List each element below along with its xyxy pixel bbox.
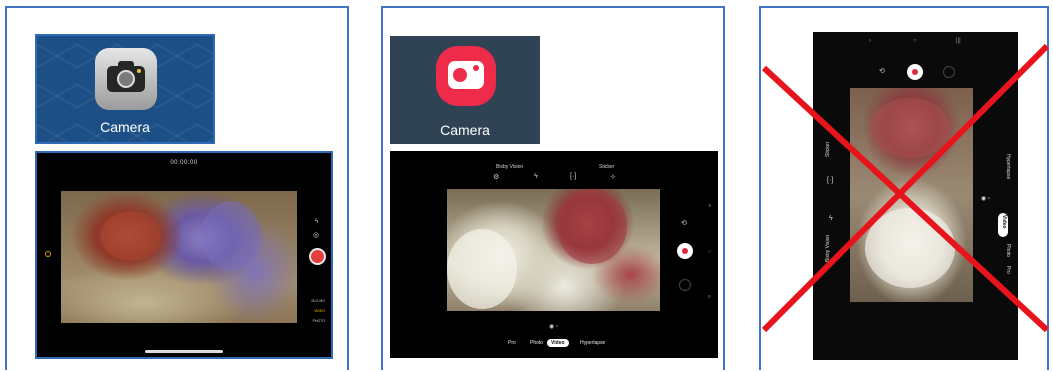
flash-icon[interactable]: ϟ <box>315 219 318 225</box>
flip-camera-icon[interactable]: ⟲ <box>681 219 687 227</box>
gallery-thumbnail[interactable] <box>679 279 691 291</box>
ios-camera-app-tile[interactable]: Camera <box>35 34 215 144</box>
back-nav-icon[interactable]: ∨ <box>708 203 712 209</box>
ios-viewfinder <box>61 191 297 323</box>
mode-hyperlapse[interactable]: Hyperlapse <box>576 339 609 347</box>
settings-icon[interactable]: ⚙ <box>493 173 499 181</box>
lens-icon <box>117 70 135 88</box>
flip-camera-icon[interactable]: ◎ <box>313 231 319 239</box>
ios-camera-screen: 00:00:00 ϟ ◎ SLO-MO VIDEO PHOTO <box>35 151 333 359</box>
sticker-label[interactable]: Sticker <box>599 164 614 170</box>
home-nav-icon[interactable]: ○ <box>708 249 711 255</box>
bixby-vision-label[interactable]: Bixby Vision <box>496 164 523 170</box>
record-button[interactable] <box>677 243 693 259</box>
recording-timer: 00:00:00 <box>170 160 198 166</box>
ios-camera-app-label: Camera <box>100 119 150 135</box>
ios-camera-panel: Camera 00:00:00 ϟ ◎ SLO-MO VIDEO PHOTO <box>5 6 349 370</box>
samsung-camera-app-label: Camera <box>440 122 490 138</box>
samsung-viewfinder <box>447 189 660 311</box>
zoom-toggle-icon[interactable]: ◉ ▫ <box>549 323 558 330</box>
mode-pro[interactable]: Pro <box>504 339 520 347</box>
mode-video[interactable]: VIDEO <box>314 309 325 313</box>
samsung-camera-panel: Camera Bixby Vision Sticker ⚙ ϟ [·] ✧ ⟲ … <box>381 6 725 370</box>
recents-nav-icon[interactable]: ≡ <box>708 294 711 300</box>
zoom-ring-icon[interactable] <box>45 251 51 257</box>
mode-video[interactable]: Video <box>547 339 569 347</box>
mode-slo-mo[interactable]: SLO-MO <box>311 299 325 303</box>
samsung-camera-app-tile[interactable]: Camera <box>390 36 540 144</box>
flash-icon[interactable]: ϟ <box>534 173 538 180</box>
record-button[interactable] <box>309 248 326 265</box>
mode-photo[interactable]: PHOTO <box>313 319 325 323</box>
home-indicator[interactable] <box>145 350 223 353</box>
samsung-camera-screen: Bixby Vision Sticker ⚙ ϟ [·] ✧ ⟲ ∨ ○ ≡ ◉… <box>390 151 718 358</box>
rotated-camera-panel: › ○ ||| ⟲ Sticker Bixby Vision [·] ϟ Hyp… <box>759 6 1050 370</box>
aspect-ratio-icon[interactable]: [·] <box>570 173 576 180</box>
mode-photo[interactable]: Photo <box>526 339 547 347</box>
samsung-camera-app-icon[interactable] <box>436 46 496 106</box>
ios-camera-app-icon[interactable] <box>95 48 157 110</box>
effects-icon[interactable]: ✧ <box>610 173 616 181</box>
cross-out-mark <box>761 43 1050 333</box>
